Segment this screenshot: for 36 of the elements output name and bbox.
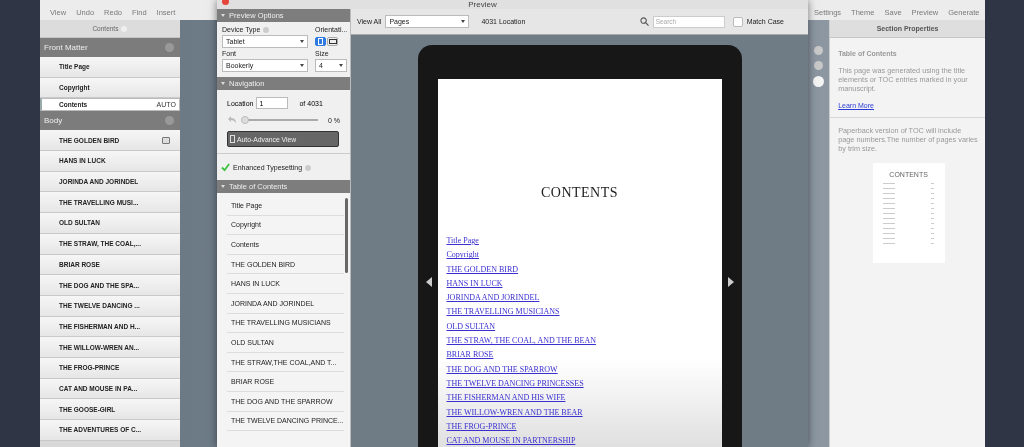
help-icon[interactable] bbox=[305, 164, 312, 171]
scrollbar[interactable] bbox=[345, 198, 348, 273]
toc-link[interactable]: THE TWELVE DANCING PRINCESSES bbox=[446, 377, 584, 390]
toc-link[interactable]: OLD SULTAN bbox=[446, 320, 496, 333]
toc-link[interactable]: CAT AND MOUSE IN PARTNERSHIP bbox=[446, 435, 576, 447]
window-title: Preview bbox=[468, 1, 497, 9]
toc-link[interactable]: Copyright bbox=[446, 249, 479, 261]
portrait-icon[interactable] bbox=[315, 37, 326, 46]
toc-link[interactable]: THE STRAW, THE COAL, AND THE BEAN bbox=[446, 335, 596, 347]
scroll-up-button[interactable] bbox=[813, 61, 823, 70]
section-title: Front Matter bbox=[44, 43, 88, 52]
scroll-button[interactable] bbox=[812, 76, 824, 87]
toc-link[interactable]: THE TRAVELLING MUSICIANS bbox=[446, 306, 560, 318]
toc-link[interactable]: BRIAR ROSE bbox=[446, 349, 494, 361]
toc-link[interactable]: THE GOLDEN BIRD bbox=[446, 263, 519, 275]
undo-icon[interactable] bbox=[227, 116, 237, 124]
page-heading: CONTENTS bbox=[539, 185, 620, 201]
add-icon[interactable] bbox=[164, 43, 174, 52]
help-icon[interactable] bbox=[263, 26, 270, 33]
search-icon bbox=[639, 17, 649, 26]
landscape-icon[interactable] bbox=[327, 37, 338, 46]
toc-link[interactable]: THE FROG-PRINCE bbox=[446, 420, 517, 433]
scroll-top-button[interactable] bbox=[813, 46, 823, 55]
toc-link[interactable]: THE DOG AND THE SPARROW bbox=[446, 363, 558, 375]
match-case-checkbox[interactable] bbox=[732, 16, 743, 27]
toc-link[interactable]: THE FISHERMAN AND HIS WIFE bbox=[446, 392, 566, 404]
toc-link[interactable]: JORINDA AND JORINDEL bbox=[446, 292, 540, 304]
slider-thumb[interactable] bbox=[241, 116, 249, 124]
previous-page-icon[interactable] bbox=[425, 277, 432, 287]
next-page-icon[interactable] bbox=[727, 277, 734, 287]
add-icon[interactable] bbox=[164, 116, 174, 126]
toc-link[interactable]: HANS IN LUCK bbox=[446, 277, 503, 290]
close-button[interactable] bbox=[222, 0, 229, 5]
toc-link[interactable]: THE WILLOW-WREN AND THE BEAR bbox=[446, 406, 583, 418]
section-title: Body bbox=[44, 116, 63, 126]
toc-link[interactable]: Title Page bbox=[446, 235, 479, 247]
